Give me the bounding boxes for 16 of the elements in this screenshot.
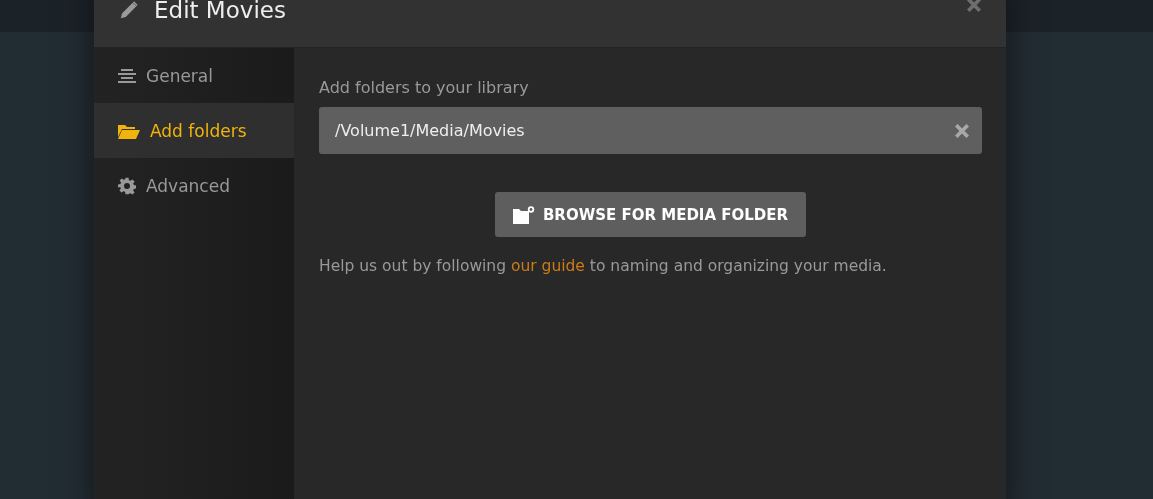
folder-field[interactable]: /Volume1/Media/Movies bbox=[319, 107, 982, 154]
section-label: Add folders to your library bbox=[319, 78, 530, 97]
sidebar-item[interactable]: Advanced bbox=[94, 158, 294, 213]
lines-icon bbox=[118, 67, 136, 84]
dialog-title: Edit Movies bbox=[154, 0, 287, 23]
pencil-icon bbox=[118, 0, 140, 21]
gear-icon bbox=[118, 176, 136, 195]
browse-button[interactable]: BROWSE FOR MEDIA FOLDER bbox=[494, 192, 807, 237]
close-button[interactable] bbox=[966, 0, 982, 13]
sidebar-item[interactable]: Add folders bbox=[94, 103, 294, 158]
help-text: Help us out by following our guide to naming and organizing your media. bbox=[319, 257, 888, 275]
guide-link[interactable]: our guide bbox=[510, 257, 585, 275]
folder-add-icon bbox=[512, 205, 535, 224]
sidebar-item[interactable]: General bbox=[94, 48, 294, 103]
remove-icon[interactable] bbox=[954, 122, 970, 139]
open-folder-icon bbox=[118, 122, 140, 139]
